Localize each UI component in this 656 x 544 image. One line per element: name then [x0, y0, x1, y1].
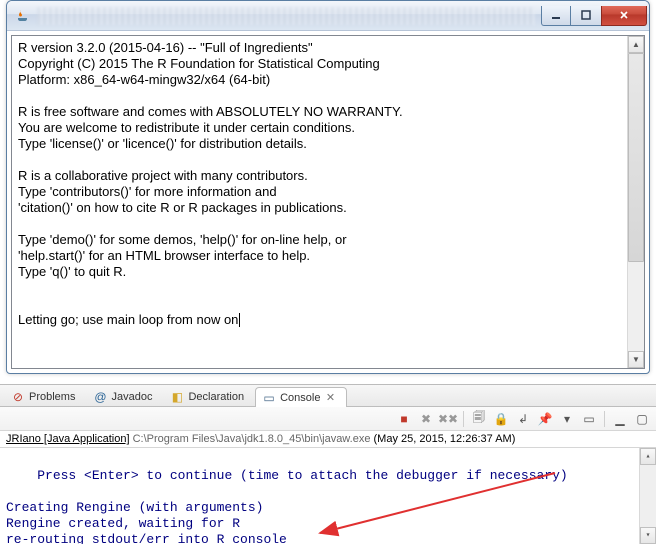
word-wrap-button[interactable]: ↲ [513, 409, 533, 429]
r-console-output[interactable]: R version 3.2.0 (2015-04-16) -- "Full of… [12, 36, 627, 368]
pin-console-button[interactable]: 📌 [535, 409, 555, 429]
r-console-frame: R version 3.2.0 (2015-04-16) -- "Full of… [11, 35, 645, 369]
titlebar[interactable] [7, 1, 649, 31]
tab-console[interactable]: ▭ Console ✕ [255, 387, 347, 407]
text-caret [239, 313, 240, 327]
terminate-button[interactable]: ■ [394, 409, 414, 429]
tab-label: Declaration [188, 391, 244, 403]
tab-javadoc[interactable]: @ Javadoc [86, 386, 163, 406]
maximize-view-button[interactable]: ▢ [632, 409, 652, 429]
tab-label: Javadoc [111, 391, 152, 403]
scroll-up-button[interactable]: ▴ [640, 448, 656, 465]
close-button[interactable] [601, 6, 647, 26]
toolbar-separator [604, 411, 605, 427]
tab-problems[interactable]: ⊘ Problems [4, 386, 86, 406]
view-tabbar: ⊘ Problems @ Javadoc ◧ Declaration ▭ Con… [0, 385, 656, 407]
console-output[interactable]: Press <Enter> to continue (time to attac… [0, 448, 656, 544]
scroll-up-button[interactable]: ▲ [628, 36, 644, 53]
console-toolbar: ■✖✖✖🗐🔒↲📌▾▭▁▢ [0, 407, 656, 431]
scroll-lock-button[interactable]: 🔒 [491, 409, 511, 429]
launch-timestamp: (May 25, 2015, 12:26:37 AM) [374, 433, 516, 445]
console-vertical-scrollbar[interactable]: ▴ ▾ [639, 448, 656, 544]
title-blur [37, 7, 535, 25]
display-selected-console-button[interactable]: ▾ [557, 409, 577, 429]
tab-label: Console [280, 392, 320, 404]
open-console-button[interactable]: ▭ [579, 409, 599, 429]
r-console-window: R version 3.2.0 (2015-04-16) -- "Full of… [6, 0, 650, 374]
scroll-thumb[interactable] [628, 53, 644, 262]
console-text: Press <Enter> to continue (time to attac… [6, 468, 568, 544]
console-icon: ▭ [262, 391, 276, 405]
launch-path: C:\Program Files\Java\jdk1.8.0_45\bin\ja… [133, 433, 371, 445]
r-console-text: R version 3.2.0 (2015-04-16) -- "Full of… [18, 40, 403, 327]
tab-declaration[interactable]: ◧ Declaration [163, 386, 255, 406]
vertical-scrollbar[interactable]: ▲ ▼ [627, 36, 644, 368]
scroll-track[interactable] [640, 465, 656, 527]
eclipse-bottom-pane: ⊘ Problems @ Javadoc ◧ Declaration ▭ Con… [0, 384, 656, 544]
maximize-button[interactable] [571, 6, 601, 26]
scroll-track[interactable] [628, 53, 644, 351]
javadoc-icon: @ [93, 390, 107, 404]
scroll-down-button[interactable]: ▾ [640, 527, 656, 544]
remove-launch-button[interactable]: ✖ [416, 409, 436, 429]
launch-name: JRIano [Java Application] [6, 433, 130, 445]
java-icon [15, 8, 31, 24]
clear-console-button[interactable]: 🗐 [469, 409, 489, 429]
declaration-icon: ◧ [170, 390, 184, 404]
toolbar-separator [463, 411, 464, 427]
tab-label: Problems [29, 391, 75, 403]
scroll-down-button[interactable]: ▼ [628, 351, 644, 368]
launch-description: JRIano [Java Application] C:\Program Fil… [0, 431, 656, 448]
remove-all-terminated-button[interactable]: ✖✖ [438, 409, 458, 429]
minimize-button[interactable] [541, 6, 571, 26]
problems-icon: ⊘ [11, 390, 25, 404]
minimize-view-button[interactable]: ▁ [610, 409, 630, 429]
close-icon[interactable]: ✕ [324, 392, 336, 404]
